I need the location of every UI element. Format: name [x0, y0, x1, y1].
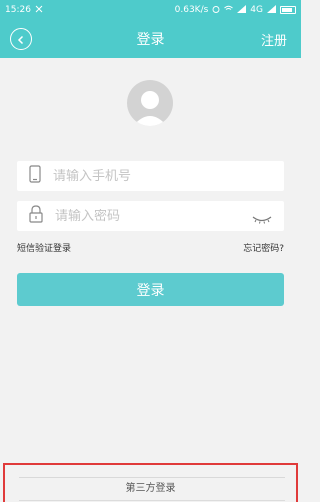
phone-icon — [29, 165, 41, 187]
battery-icon — [280, 6, 296, 14]
notification-icon — [35, 5, 43, 16]
lock-icon — [29, 205, 43, 227]
register-link[interactable]: 注册 — [261, 30, 287, 49]
signal-icon-2 — [267, 4, 276, 16]
wifi-icon — [224, 5, 234, 16]
status-time: 15:26 — [5, 5, 31, 15]
eye-closed-icon[interactable] — [252, 210, 272, 229]
phone-field[interactable] — [17, 161, 284, 191]
signal-icon — [237, 4, 247, 16]
forgot-password-link[interactable]: 忘记密码? — [243, 241, 284, 254]
phone-input[interactable] — [53, 168, 233, 184]
status-bar: 15:26 0.63K/s 4G — [0, 0, 301, 20]
user-avatar-icon — [133, 91, 167, 126]
divider — [19, 500, 285, 501]
network-speed: 0.63K/s — [174, 5, 209, 15]
back-button[interactable] — [10, 28, 32, 50]
title-bar: 登录 注册 — [0, 20, 301, 58]
page-title: 登录 — [136, 32, 165, 48]
third-party-login-section: 第三方登录 — [3, 463, 298, 502]
sms-login-link[interactable]: 短信验证登录 — [17, 241, 71, 254]
chevron-left-icon — [16, 30, 26, 49]
alarm-icon — [212, 5, 220, 16]
login-button[interactable]: 登录 — [17, 273, 284, 306]
third-party-login-label: 第三方登录 — [125, 483, 176, 494]
network-type: 4G — [250, 5, 263, 15]
password-field[interactable] — [17, 201, 284, 231]
divider — [19, 477, 285, 478]
avatar — [127, 80, 173, 126]
login-links: 短信验证登录 忘记密码? — [17, 241, 284, 255]
password-input[interactable] — [55, 208, 235, 224]
